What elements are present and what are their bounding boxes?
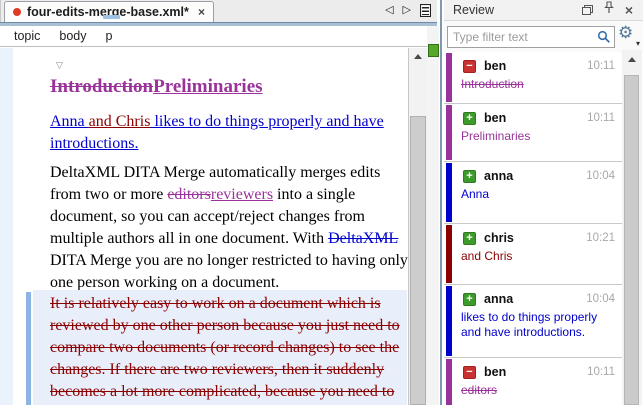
dropdown-caret-icon: ▾ — [635, 39, 640, 48]
settings-menu-button[interactable]: ⚙ ▾ — [618, 24, 640, 48]
up-arrow-icon — [628, 57, 636, 62]
review-scrollbar-thumb[interactable] — [624, 75, 639, 405]
entry-change-text: Anna — [461, 187, 490, 201]
review-panel: Review × ⚙ ▾ − ben 10:11 Introduction + — [444, 0, 643, 405]
ins-text-run: reviewers — [210, 186, 274, 203]
tab-strip: four-edits-merge-base.xml* × ◁ ▷ — [0, 0, 437, 22]
delete-change-icon: − — [463, 59, 476, 73]
validation-column — [427, 26, 439, 405]
filter-input[interactable] — [447, 26, 615, 48]
document-heading[interactable]: IntroductionPreliminaries — [50, 75, 408, 99]
entry-author: anna — [484, 292, 514, 306]
entry-author: ben — [484, 111, 507, 125]
entry-author: ben — [484, 59, 507, 73]
entry-change-text: and Chris — [461, 249, 513, 263]
text-run: DITA Merge you are no longer restricted … — [50, 252, 408, 291]
tab-close-icon[interactable]: × — [198, 6, 205, 18]
body-paragraph[interactable]: DeltaXML DITA Merge automatically merges… — [50, 162, 408, 294]
search-icon — [597, 30, 611, 49]
review-entry[interactable]: + anna 10:04 Anna — [444, 162, 622, 224]
review-entry[interactable]: + anna 10:04 likes to do things properly… — [444, 285, 622, 358]
entry-change-text: Preliminaries — [461, 129, 531, 143]
filter-row: ⚙ ▾ — [444, 21, 643, 52]
del-text-run: DeltaXML — [328, 230, 399, 247]
review-panel-title: Review — [453, 3, 494, 17]
inserted-sentence[interactable]: Anna and Chris likes to do things proper… — [50, 111, 408, 155]
breadcrumb-item-topic[interactable]: topic — [14, 29, 40, 43]
entry-author: anna — [484, 169, 514, 183]
review-scroll-up-button[interactable] — [622, 52, 642, 67]
gear-icon: ⚙ — [618, 23, 634, 42]
ins-text-run: Anna — [50, 113, 89, 130]
breadcrumb-item-p[interactable]: p — [102, 15, 120, 43]
fold-margin — [0, 48, 13, 405]
tab-list-icon[interactable] — [420, 4, 431, 17]
entry-change-text: Introduction — [461, 77, 524, 91]
scroll-tabs-left-icon[interactable]: ◁ — [385, 5, 393, 16]
close-panel-icon[interactable]: × — [625, 3, 633, 17]
pin-icon[interactable] — [603, 1, 614, 19]
scroll-up-button[interactable] — [409, 48, 427, 65]
ins-text-run: and Chris — [88, 113, 151, 130]
del-text-run: Introduction — [50, 76, 154, 97]
restore-window-icon[interactable] — [581, 5, 593, 15]
entry-time: 10:04 — [586, 293, 615, 305]
review-entry[interactable]: − ben 10:11 Introduction — [444, 52, 622, 104]
entry-author: chris — [484, 231, 514, 245]
fold-collapse-icon[interactable]: ▽ — [56, 61, 63, 70]
insert-change-icon: + — [463, 169, 476, 183]
entry-time: 10:11 — [587, 112, 615, 124]
delete-change-icon: − — [463, 365, 476, 379]
editor-scrollbar-thumb[interactable] — [410, 116, 426, 405]
entry-time: 10:21 — [586, 232, 615, 244]
insert-change-icon: + — [463, 231, 476, 245]
scroll-tabs-right-icon[interactable]: ▷ — [403, 5, 411, 16]
deleted-paragraph[interactable]: It is relatively easy to work on a docum… — [33, 290, 407, 405]
editor-region: four-edits-merge-base.xml* × ◁ ▷ topic bo… — [0, 0, 443, 405]
change-bar — [26, 292, 31, 405]
panel-splitter[interactable] — [440, 0, 442, 405]
document-editor[interactable]: ▽ IntroductionPreliminaries Anna and Chr… — [0, 48, 408, 405]
entry-time: 10:11 — [587, 60, 615, 72]
ins-text-run: Preliminaries — [153, 76, 263, 97]
review-entry[interactable]: + ben 10:11 Preliminaries — [444, 104, 622, 162]
up-arrow-icon — [414, 54, 422, 59]
entry-change-text: likes to do things properly and have int… — [461, 310, 598, 339]
modified-dot-icon — [13, 8, 21, 16]
entry-author: ben — [484, 365, 507, 379]
editor-scrollbar[interactable] — [408, 48, 427, 405]
insert-change-icon: + — [463, 292, 476, 306]
validation-status-indicator[interactable] — [428, 44, 439, 57]
del-text-run: It is relatively easy to work on a docum… — [50, 295, 400, 400]
review-panel-header: Review × — [444, 0, 643, 21]
entry-time: 10:04 — [586, 170, 615, 182]
del-text-run: editors — [167, 186, 211, 203]
entry-time: 10:11 — [587, 366, 615, 378]
review-scrollbar[interactable] — [622, 50, 642, 405]
breadcrumb: topic body p — [0, 15, 427, 47]
review-entry[interactable]: − ben 10:11 editors — [444, 358, 622, 405]
entry-change-text: editors — [461, 383, 498, 397]
review-entry[interactable]: + chris 10:21 and Chris — [444, 224, 622, 285]
breadcrumb-item-body[interactable]: body — [59, 29, 86, 43]
insert-change-icon: + — [463, 111, 476, 125]
review-entry-list: − ben 10:11 Introduction + ben 10:11 Pre… — [444, 52, 622, 405]
